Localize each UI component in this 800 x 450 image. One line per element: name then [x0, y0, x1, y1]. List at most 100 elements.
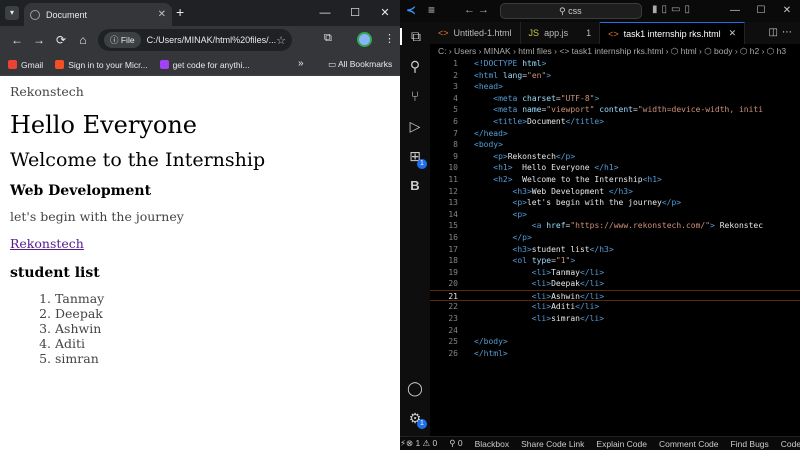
page-viewport: Rekonstech Hello Everyone Welcome to the… — [0, 76, 400, 450]
bookmark-label: Gmail — [21, 59, 44, 70]
list-item: Deepak — [55, 306, 390, 321]
tab-close-icon[interactable]: ✕ — [729, 28, 737, 39]
code-line: 10 <h1> Hello Everyone </h1> — [448, 163, 619, 173]
code-line: 19 <li>Tanmay</li> — [448, 267, 605, 277]
code-line: 16 </p> — [448, 232, 532, 242]
code-line: 14 <p> — [448, 209, 527, 219]
settings-badge: 1 — [417, 419, 427, 429]
address-bar[interactable]: ⓘ File C:/Users/MINAK/html%20files/... ☆ — [98, 29, 292, 51]
code-line: 23 <li>simran</li> — [448, 314, 605, 324]
bookmarks-overflow-button[interactable]: » — [298, 58, 304, 69]
site-info-chip[interactable]: ⓘ File — [104, 32, 141, 48]
page-heading-h1: Hello Everyone — [10, 111, 197, 139]
new-tab-button[interactable]: + — [176, 4, 184, 20]
list-item: Ashwin — [55, 321, 390, 336]
maximize-button[interactable]: ☐ — [340, 0, 370, 26]
editor-actions[interactable]: ◫⋯ — [769, 27, 796, 38]
code-line: 20 <li>Deepak</li> — [448, 279, 605, 289]
code-line: 5 <meta name="viewport" content="width=d… — [453, 105, 764, 115]
settings-gear-icon[interactable]: ⚙ 1 — [400, 410, 430, 429]
html-file-icon: <> — [438, 28, 449, 38]
extensions-icon[interactable]: ⊞ 1 — [400, 148, 430, 169]
page-heading-h2: Welcome to the Internship — [10, 149, 266, 171]
bookmark-star-icon[interactable]: ☆ — [276, 34, 286, 47]
all-bookmarks-label: All Bookmarks — [337, 59, 393, 69]
status-code-chat[interactable]: Code Chat — [781, 439, 800, 449]
status-blackbox[interactable]: Blackbox — [475, 439, 510, 449]
status-comment-code[interactable]: Comment Code — [659, 439, 719, 449]
window-controls: — ☐ ✕ — [310, 0, 400, 26]
problems-indicator[interactable]: ⊗ 1 ⚠ 0 — [406, 438, 437, 449]
code-line: 17 <h3>student list</h3> — [448, 244, 614, 254]
vscode-close-button[interactable]: ✕ — [774, 0, 800, 22]
command-center-search[interactable]: ⚲ css — [500, 3, 642, 19]
status-find-bugs[interactable]: Find Bugs — [731, 439, 769, 449]
status-explain-code[interactable]: Explain Code — [596, 439, 647, 449]
bookmark-get-code[interactable]: get code for anythi... — [159, 59, 250, 70]
code-line: 22 <li>Aditi</li> — [448, 302, 600, 312]
chrome-toolbar: ← → ⟳ ⌂ ⓘ File C:/Users/MINAK/html%20fil… — [0, 26, 400, 54]
tab-untitled-1[interactable]: <> Untitled-1.html — [430, 22, 521, 44]
tab-app-js[interactable]: JS app.js 1 — [521, 22, 601, 44]
code-line: 7 </head> — [453, 128, 508, 138]
all-bookmarks-button[interactable]: ▭ All Bookmarks — [328, 59, 392, 70]
code-line: 9 <p>Rekonstech</p> — [453, 151, 576, 161]
list-item: Aditi — [55, 336, 390, 351]
code-line: 1 <!DOCTYPE html> — [453, 59, 547, 68]
tab-search-icon[interactable]: ▾ — [5, 6, 19, 20]
minimize-button[interactable]: — — [310, 0, 340, 26]
tab-close-icon[interactable]: ✕ — [158, 9, 166, 20]
extensions-icon[interactable]: ⧉ — [324, 32, 332, 45]
vscode-logo-icon: ≺ — [406, 3, 417, 17]
bookmark-gmail[interactable]: Gmail — [8, 60, 43, 70]
profile-avatar[interactable] — [357, 32, 372, 47]
status-bar: ⚡ ⊗ 1 ⚠ 0 ⚲ 0 Blackbox Share Code Link E… — [400, 436, 800, 450]
chrome-window: ▾ Document ✕ + — ☐ ✕ ← → ⟳ ⌂ ⓘ File C:/U… — [0, 0, 400, 450]
back-button[interactable]: ← — [6, 33, 28, 47]
bookmark-label: get code for anythi... — [172, 59, 250, 70]
address-url: C:/Users/MINAK/html%20files/... — [146, 35, 277, 45]
vscode-maximize-button[interactable]: ☐ — [748, 0, 774, 22]
code-line: 25 </body> — [448, 337, 508, 347]
close-window-button[interactable]: ✕ — [370, 0, 400, 26]
list-item: simran — [55, 351, 390, 366]
browser-tab[interactable]: Document ✕ — [24, 3, 172, 26]
breadcrumb[interactable]: C: › Users › MINAK › html files › <> tas… — [430, 44, 800, 58]
tab-task1-internship[interactable]: <> task1 internship rks.html ✕ — [600, 22, 746, 44]
code-line: 3 <head> — [453, 82, 503, 92]
hamburger-menu-icon[interactable]: ≡ — [428, 3, 435, 17]
search-view-icon[interactable]: ⚲ — [400, 58, 430, 75]
page-link-container: Rekonstech — [10, 236, 390, 251]
code-line: 13 <p>let's begin with the journey</p> — [448, 198, 682, 208]
page-paragraph-brand: Rekonstech — [10, 84, 84, 99]
code-editor[interactable]: 1 <!DOCTYPE html> 2 <html lang="en"> 3 <hea… — [430, 58, 800, 436]
bookmark-site-icon — [159, 60, 169, 69]
command-search-text: css — [568, 6, 582, 16]
explorer-icon[interactable]: ⧉ — [400, 28, 430, 45]
nav-arrows[interactable]: ← → — [464, 4, 489, 16]
run-debug-icon[interactable]: ▷ — [400, 118, 430, 135]
vscode-minimize-button[interactable]: — — [722, 0, 748, 22]
source-control-icon[interactable]: ⑂ — [400, 88, 430, 104]
rekonstech-link[interactable]: Rekonstech — [10, 236, 84, 251]
bookmark-label: Sign in to your Micr... — [68, 59, 148, 70]
status-share-code-link[interactable]: Share Code Link — [521, 439, 584, 449]
vscode-window: ≺ ≡ ← → ⚲ css ▮▯▭▯ — ☐ ✕ ⧉ ⚲ ⑂ ▷ ⊞ 1 B ◯ … — [400, 0, 800, 450]
account-icon[interactable]: ◯ — [400, 380, 430, 397]
reload-button[interactable]: ⟳ — [50, 33, 72, 47]
forward-button[interactable]: → — [28, 33, 50, 47]
code-line-current: 21 <li>Ashwin</li> — [430, 289, 800, 302]
microsoft-icon — [55, 60, 65, 69]
home-button[interactable]: ⌂ — [72, 33, 94, 47]
blackbox-icon[interactable]: B — [400, 178, 430, 193]
code-line: 8 <body> — [453, 140, 503, 150]
page-heading-web-dev: Web Development — [10, 183, 152, 199]
layout-toggle-icons[interactable]: ▮▯▭▯ — [652, 4, 694, 15]
ports-indicator[interactable]: ⚲ 0 — [449, 438, 462, 449]
page-heading-student-list: student list — [10, 265, 100, 281]
tab-title: Document — [46, 9, 88, 20]
menu-kebab-icon[interactable]: ⋮ — [384, 32, 395, 45]
bookmark-microsoft[interactable]: Sign in to your Micr... — [55, 59, 148, 70]
globe-icon — [30, 9, 40, 20]
activity-bar: ⧉ ⚲ ⑂ ▷ ⊞ 1 B ◯ ⚙ 1 — [400, 22, 430, 436]
